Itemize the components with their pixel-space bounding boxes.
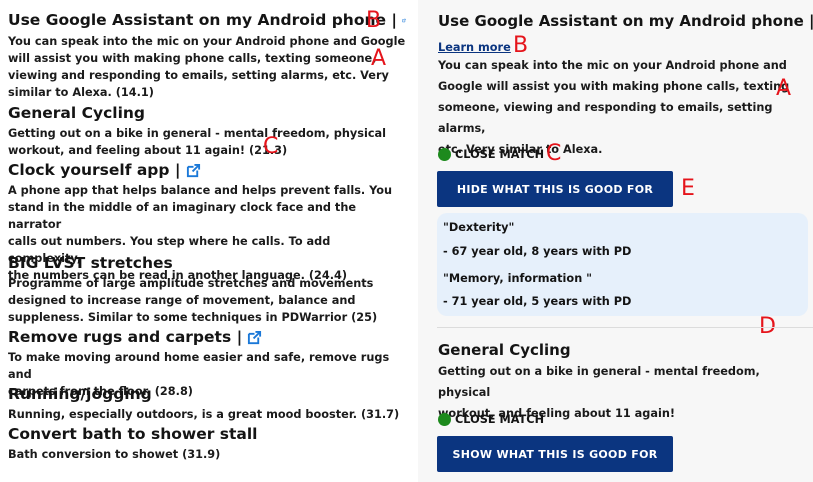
item-title: BIG LVST stretches xyxy=(8,254,173,272)
list-item: Convert bath to shower stall Bath conver… xyxy=(8,424,406,463)
show-good-for-button[interactable]: SHOW WHAT THIS IS GOOD FOR xyxy=(437,436,673,472)
desc-line: Google will assist you with making phone… xyxy=(438,80,790,93)
match-label: CLOSE MATCH xyxy=(455,148,545,161)
item-title: Remove rugs and carpets | xyxy=(8,328,243,346)
desc-line: workout, and feeling about 11 again! (21… xyxy=(8,144,288,157)
annotation-b: B xyxy=(366,8,382,33)
desc-line: Running, especially outdoors, is a great… xyxy=(8,408,400,421)
match-status: CLOSE MATCH xyxy=(438,413,544,426)
external-link-icon[interactable] xyxy=(186,163,201,178)
desc-line: A phone app that helps balance and helps… xyxy=(8,184,393,197)
good-for-who: - 71 year old, 5 years with PD xyxy=(443,295,632,308)
desc-line: Getting out on a bike in general - menta… xyxy=(438,365,760,399)
hide-good-for-button[interactable]: HIDE WHAT THIS IS GOOD FOR xyxy=(437,171,673,207)
item-title: Clock yourself app | xyxy=(8,161,181,179)
card-title: Use Google Assistant on my Android phone… xyxy=(438,12,813,30)
annotation-c: C xyxy=(546,141,562,166)
item-title: Running/jogging xyxy=(8,385,152,403)
desc-line: similar to Alexa. (14.1) xyxy=(8,86,154,99)
annotation-c: C xyxy=(263,134,279,159)
list-item: General Cycling Getting out on a bike in… xyxy=(8,103,406,159)
left-panel: Use Google Assistant on my Android phone… xyxy=(0,0,418,482)
annotation-e: E xyxy=(681,176,695,201)
button-label: HIDE WHAT THIS IS GOOD FOR xyxy=(456,182,654,196)
desc-line: will assist you with making phone calls,… xyxy=(8,52,377,65)
good-for-who: - 67 year old, 8 years with PD xyxy=(443,245,632,258)
card-description: You can speak into the mic on your Andro… xyxy=(438,55,810,160)
match-dot-icon xyxy=(438,148,451,161)
desc-line: To make moving around home easier and sa… xyxy=(8,351,390,381)
divider xyxy=(437,327,813,328)
item-title: General Cycling xyxy=(8,104,146,122)
desc-line: Getting out on a bike in general - menta… xyxy=(8,127,387,140)
desc-line: designed to increase range of movement, … xyxy=(8,294,356,307)
desc-line: someone, viewing and responding to email… xyxy=(438,101,773,135)
good-for-panel: "Dexterity" - 67 year old, 8 years with … xyxy=(437,213,808,316)
good-for-label: "Memory, information " xyxy=(443,272,593,285)
desc-line: You can speak into the mic on your Andro… xyxy=(8,35,406,48)
card-title: General Cycling xyxy=(438,341,571,359)
button-label: SHOW WHAT THIS IS GOOD FOR xyxy=(452,447,658,461)
desc-line: Programme of large amplitude stretches a… xyxy=(8,277,374,290)
annotation-a: A xyxy=(776,76,792,101)
desc-line: stand in the middle of an imaginary cloc… xyxy=(8,201,357,231)
item-title: Use Google Assistant on my Android phone… xyxy=(8,11,398,29)
desc-line: suppleness. Similar to some techniques i… xyxy=(8,311,378,324)
good-for-label: "Dexterity" xyxy=(443,221,515,234)
match-dot-icon xyxy=(438,413,451,426)
external-link-icon[interactable] xyxy=(402,13,406,28)
match-label: CLOSE MATCH xyxy=(455,413,545,426)
desc-line: Bath conversion to showet (31.9) xyxy=(8,448,221,461)
match-status: CLOSE MATCH xyxy=(438,148,544,161)
desc-line: viewing and responding to emails, settin… xyxy=(8,69,389,82)
learn-more-label[interactable]: Learn more xyxy=(438,41,511,54)
annotation-a: A xyxy=(371,46,387,71)
item-title: Convert bath to shower stall xyxy=(8,425,258,443)
desc-line: You can speak into the mic on your Andro… xyxy=(438,59,787,72)
external-link-icon[interactable] xyxy=(247,330,262,345)
list-item: BIG LVST stretches Programme of large am… xyxy=(8,253,406,326)
list-item: Use Google Assistant on my Android phone… xyxy=(8,10,406,101)
list-item: Running/jogging Running, especially outd… xyxy=(8,384,406,423)
learn-more-link[interactable]: Learn more xyxy=(438,36,511,55)
